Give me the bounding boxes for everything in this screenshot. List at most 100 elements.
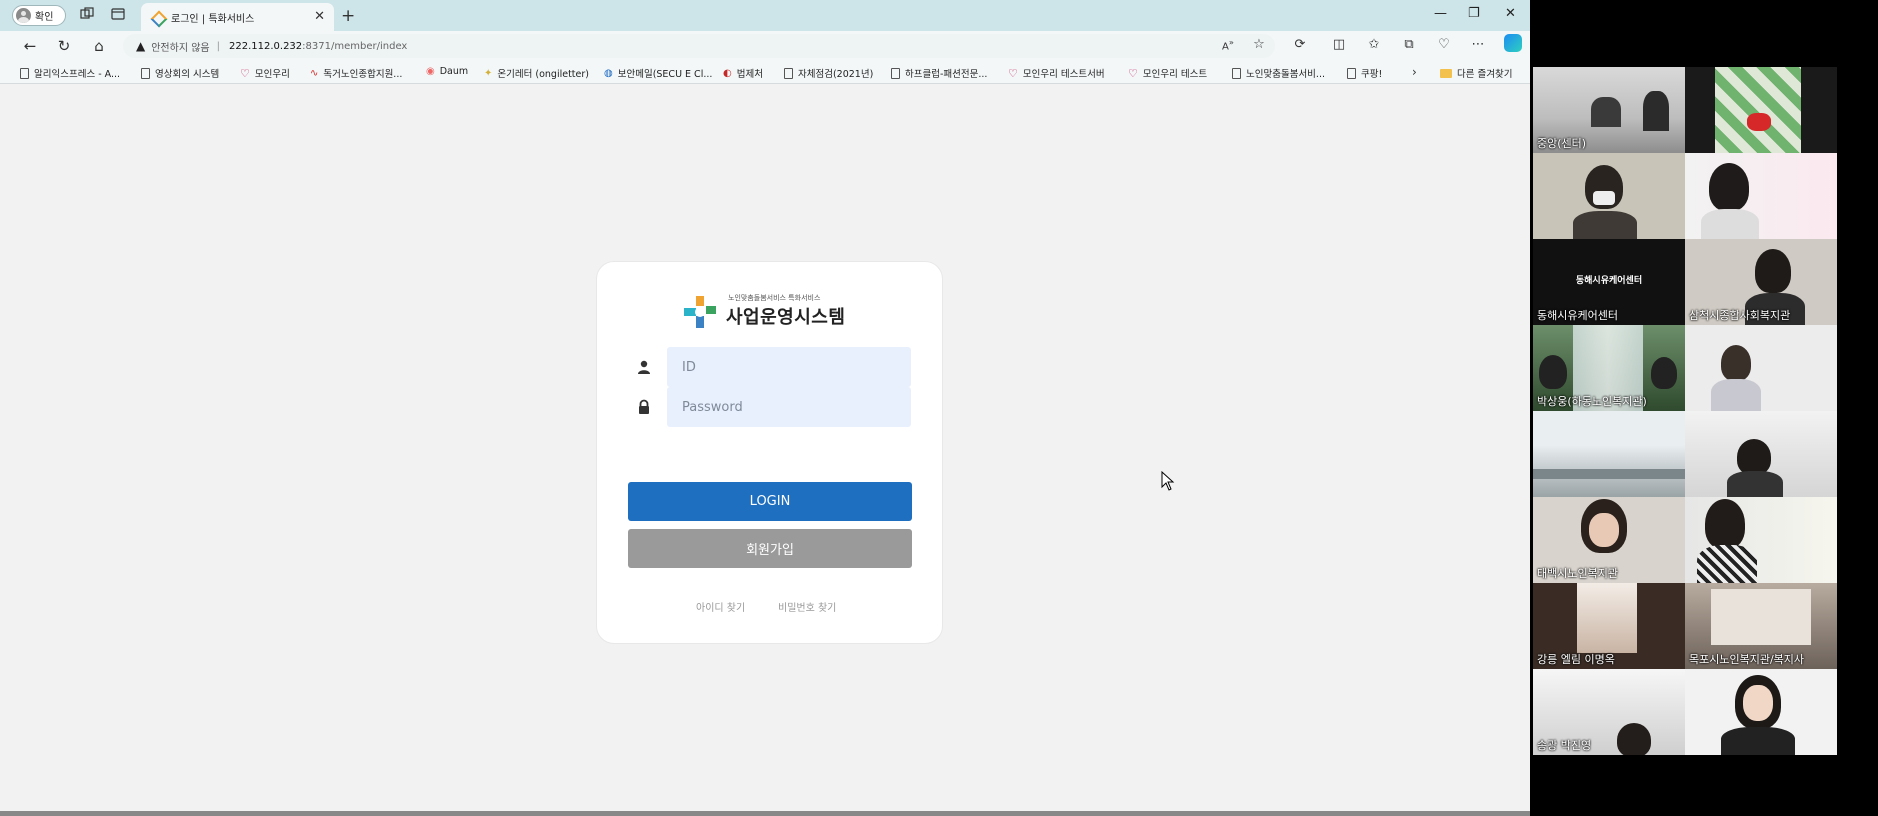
flag-icon: ◐: [723, 67, 732, 79]
read-aloud-icon[interactable]: A»: [1218, 37, 1238, 52]
url-separator: |: [216, 40, 220, 52]
minimize-icon[interactable]: —: [1434, 6, 1447, 21]
participant-tile[interactable]: [1685, 325, 1837, 411]
taskbar-strip: [0, 811, 1530, 816]
bookmark-item[interactable]: ∿ 독거노인종합지원...: [310, 66, 402, 81]
home-icon[interactable]: ⌂: [89, 37, 109, 55]
bookmark-item[interactable]: 자체점검(2021년): [784, 66, 873, 80]
participant-tile[interactable]: [1685, 153, 1837, 239]
url-host: 222.112.0.232: [229, 40, 303, 52]
bookmark-item[interactable]: ◉ Daum: [426, 66, 468, 77]
bookmark-item[interactable]: 하프클럽-패션전문...: [891, 66, 987, 80]
logo-mark-icon: [684, 296, 716, 328]
heart-icon: ♡: [240, 66, 250, 80]
bookmark-label: 자체점검(2021년): [798, 69, 874, 80]
window-close-icon[interactable]: ✕: [1505, 6, 1516, 21]
id-row: [636, 347, 911, 387]
mouse-cursor-icon: [1161, 471, 1175, 491]
chevron-right-icon[interactable]: ›: [1412, 65, 1417, 79]
other-bookmarks[interactable]: 다른 즐겨찾기: [1440, 66, 1512, 80]
participant-tile[interactable]: 삼척시종합사회복지관: [1685, 239, 1837, 325]
bookmark-item[interactable]: 영상회의 시스템: [141, 66, 219, 80]
participant-tile[interactable]: 태백시노인복지관: [1533, 497, 1685, 583]
participant-tile[interactable]: [1685, 497, 1837, 583]
signup-button[interactable]: 회원가입: [628, 529, 912, 568]
tab-close-icon[interactable]: ✕: [314, 9, 325, 24]
login-card: 노인맞춤돌봄서비스 특화서비스 사업운영시스템 LOGIN 회원가입 아이디 찾…: [596, 261, 943, 644]
bookmark-item[interactable]: ♡ 모인우리: [240, 66, 290, 81]
tab-actions-icon[interactable]: [110, 7, 126, 23]
participant-name: 중앙(센터): [1537, 137, 1587, 150]
participant-figure: [1573, 211, 1637, 239]
workspaces-icon[interactable]: [79, 7, 95, 23]
login-button[interactable]: LOGIN: [628, 482, 912, 521]
participant-face: [1743, 685, 1773, 721]
more-menu-icon[interactable]: ⋯: [1468, 37, 1488, 52]
participant-tile[interactable]: 박상웅(하동노인복지관): [1533, 325, 1685, 411]
avatar-icon: [16, 8, 31, 23]
warning-icon: ▲: [136, 39, 146, 53]
heart-icon: ♡: [1128, 66, 1138, 80]
participant-figure: [1709, 163, 1749, 211]
bookmark-label: 다른 즐겨찾기: [1457, 69, 1513, 80]
participant-figure: [1755, 249, 1791, 293]
extensions-icon[interactable]: ⟳: [1290, 37, 1310, 52]
bookmark-item[interactable]: ◍ 보안메일(SECU E Cl...: [604, 66, 712, 81]
password-input[interactable]: [667, 387, 911, 427]
page-icon: [1232, 67, 1241, 79]
bookmark-label: Daum: [439, 66, 469, 77]
participant-tile[interactable]: [1685, 67, 1837, 153]
favorites-icon[interactable]: ✩: [1364, 37, 1384, 52]
participant-tile[interactable]: [1685, 411, 1837, 497]
refresh-icon[interactable]: ↻: [54, 37, 74, 55]
logo: 노인맞춤돌봄서비스 특화서비스 사업운영시스템: [682, 292, 862, 332]
participant-name: 동해시유케어센터: [1537, 309, 1618, 322]
participant-tile[interactable]: [1685, 669, 1837, 755]
participant-figure: [1651, 357, 1677, 389]
password-row: [636, 387, 911, 427]
id-input[interactable]: [667, 347, 911, 387]
participant-placeholder-text: 동해시유케어센터: [1575, 276, 1643, 286]
bookmark-item[interactable]: ✦ 온기레터 (ongiletter): [484, 66, 589, 81]
bookmark-item[interactable]: ♡ 모인우리 테스트서버: [1008, 66, 1105, 81]
split-screen-icon[interactable]: ◫: [1329, 37, 1349, 52]
browser-essentials-icon[interactable]: ♡: [1434, 37, 1454, 52]
participant-tile[interactable]: 송광 박진영: [1533, 669, 1685, 755]
copilot-icon[interactable]: [1504, 34, 1522, 52]
screen: 확인 로그인 | 특화서비스 ✕ + — ❐ ✕ ← ↻ ⌂ ▲ 안전하지 않음…: [0, 0, 1878, 816]
participant-tile[interactable]: [1533, 411, 1685, 497]
page-content: 노인맞춤돌봄서비스 특화서비스 사업운영시스템 LOGIN 회원가입 아이디 찾…: [9, 85, 1529, 811]
participant-figure: [1539, 355, 1567, 389]
bookmark-label: 모인우리: [254, 69, 290, 80]
url-field[interactable]: ▲ 안전하지 않음 | 222.112.0.232 :8371/member/i…: [123, 34, 1275, 58]
back-icon[interactable]: ←: [20, 37, 40, 55]
mask-image: [1593, 191, 1615, 205]
participant-tile[interactable]: 목포시노인복지관/복지사: [1685, 583, 1837, 669]
participant-tile[interactable]: 동해시유케어센터 동해시유케어센터: [1533, 239, 1685, 325]
restore-icon[interactable]: ❐: [1468, 6, 1480, 21]
bookmark-item[interactable]: 쿠팡!: [1347, 66, 1382, 80]
wall-image: [1577, 583, 1637, 653]
bookmark-item[interactable]: 알리익스프레스 - A...: [20, 66, 120, 80]
bookmark-item[interactable]: 노인맞춤돌봄서비...: [1232, 66, 1325, 80]
bookmark-item[interactable]: ♡ 모인우리 테스트: [1128, 66, 1207, 81]
page-icon: [141, 67, 150, 79]
find-password-link[interactable]: 비밀번호 찾기: [778, 599, 836, 614]
shield-icon: ◍: [604, 67, 613, 79]
tab-login[interactable]: 로그인 | 특화서비스 ✕: [141, 3, 334, 31]
profile-button[interactable]: 확인: [12, 5, 66, 26]
bookmark-label: 알리익스프레스 - A...: [34, 69, 121, 80]
bookmark-label: 법제처: [736, 69, 763, 80]
collections-icon[interactable]: ⧉: [1399, 37, 1419, 52]
bookmark-item[interactable]: ◐ 법제처: [723, 66, 763, 81]
favorite-star-icon[interactable]: ☆: [1249, 37, 1269, 52]
folder-icon: [1440, 68, 1452, 78]
participant-tile[interactable]: 중앙(센터): [1533, 67, 1685, 153]
page-icon: [891, 67, 900, 79]
new-tab-icon[interactable]: +: [341, 6, 355, 26]
bookmark-label: 모인우리 테스트서버: [1022, 69, 1105, 80]
find-id-link[interactable]: 아이디 찾기: [696, 599, 745, 614]
participant-tile[interactable]: [1533, 153, 1685, 239]
security-label: 안전하지 않음: [151, 42, 210, 54]
participant-tile[interactable]: 강릉 엘림 이명옥: [1533, 583, 1685, 669]
